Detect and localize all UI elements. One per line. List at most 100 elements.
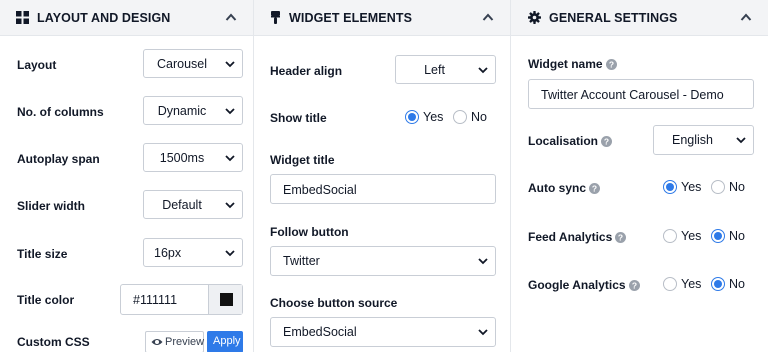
help-icon[interactable]: ? bbox=[601, 136, 613, 147]
layout-select[interactable]: Carousel bbox=[143, 49, 243, 78]
localisation-label-text: Localisation bbox=[528, 134, 599, 148]
color-picker-button[interactable] bbox=[208, 285, 242, 314]
widget-title-label: Widget title bbox=[270, 153, 335, 167]
auto-sync-yes-label: Yes bbox=[681, 180, 702, 194]
feed-analytics-yes-radio[interactable] bbox=[663, 229, 677, 243]
widget-name-label-text: Widget name bbox=[528, 57, 603, 71]
paint-brush-icon bbox=[271, 11, 280, 24]
google-analytics-label: Google Analytics? bbox=[528, 278, 640, 292]
help-icon[interactable]: ? bbox=[628, 280, 640, 291]
localisation-select[interactable]: English bbox=[653, 125, 754, 155]
localisation-value: English bbox=[672, 133, 713, 147]
layout-label: Layout bbox=[17, 58, 57, 72]
title-color-input[interactable]: #111111 bbox=[120, 284, 243, 315]
feed-analytics-label: Feed Analytics? bbox=[528, 230, 627, 244]
google-analytics-no-label: No bbox=[729, 277, 745, 291]
general-settings-header[interactable]: GENERAL SETTINGS bbox=[511, 0, 768, 36]
layout-design-header[interactable]: LAYOUT AND DESIGN bbox=[0, 0, 253, 36]
preview-label: Preview bbox=[165, 336, 205, 348]
button-source-label: Choose button source bbox=[270, 296, 398, 310]
columns-label: No. of columns bbox=[17, 105, 104, 119]
auto-sync-yes-radio[interactable] bbox=[663, 180, 677, 194]
layout-design-title: LAYOUT AND DESIGN bbox=[37, 11, 171, 25]
chevron-down-icon bbox=[225, 108, 235, 115]
slider-width-select[interactable]: Default bbox=[143, 190, 243, 219]
auto-sync-label: Auto sync? bbox=[528, 181, 601, 195]
auto-sync-no-label: No bbox=[729, 180, 745, 194]
header-align-select[interactable]: Left bbox=[395, 55, 496, 84]
chevron-down-icon bbox=[225, 250, 235, 257]
feed-analytics-label-text: Feed Analytics bbox=[528, 230, 613, 244]
autoplay-select-value: 1500ms bbox=[159, 151, 205, 165]
help-icon[interactable]: ? bbox=[605, 59, 617, 70]
chevron-up-icon[interactable] bbox=[740, 12, 752, 22]
color-swatch bbox=[220, 293, 233, 306]
widget-elements-header[interactable]: WIDGET ELEMENTS bbox=[254, 0, 510, 36]
svg-text:?: ? bbox=[604, 137, 609, 147]
auto-sync-label-text: Auto sync bbox=[528, 181, 587, 195]
help-icon[interactable]: ? bbox=[589, 183, 601, 194]
title-size-select[interactable]: 16px bbox=[143, 238, 243, 267]
chevron-down-icon bbox=[736, 137, 746, 144]
svg-text:?: ? bbox=[631, 281, 636, 291]
show-title-no-radio[interactable] bbox=[453, 110, 467, 124]
widget-title-input[interactable]: EmbedSocial bbox=[270, 174, 496, 204]
widget-name-value: Twitter Account Carousel - Demo bbox=[541, 88, 724, 102]
title-size-label: Title size bbox=[17, 247, 68, 261]
header-align-value: Left bbox=[424, 63, 445, 77]
widget-name-label: Widget name? bbox=[528, 57, 617, 71]
chevron-down-icon bbox=[478, 329, 488, 336]
widget-elements-panel: WIDGET ELEMENTS Header align Left Show t… bbox=[254, 0, 511, 352]
chevron-down-icon bbox=[225, 202, 235, 209]
feed-analytics-no-label: No bbox=[729, 229, 745, 243]
svg-text:?: ? bbox=[592, 184, 597, 194]
apply-label: Apply bbox=[213, 335, 241, 347]
show-title-yes-radio[interactable] bbox=[405, 110, 419, 124]
widget-elements-title: WIDGET ELEMENTS bbox=[289, 11, 413, 25]
chevron-up-icon[interactable] bbox=[225, 12, 237, 22]
slider-width-label: Slider width bbox=[17, 199, 86, 213]
gear-icon bbox=[528, 11, 541, 24]
columns-select-value: Dynamic bbox=[157, 104, 207, 118]
show-title-yes-label: Yes bbox=[423, 110, 444, 124]
custom-css-label: Custom CSS bbox=[17, 335, 90, 349]
svg-text:?: ? bbox=[618, 233, 623, 243]
layout-select-value: Carousel bbox=[156, 57, 208, 71]
slider-width-select-value: Default bbox=[162, 198, 202, 212]
button-source-select[interactable]: EmbedSocial bbox=[270, 317, 496, 347]
chevron-down-icon bbox=[478, 67, 488, 74]
widget-title-value: EmbedSocial bbox=[283, 183, 357, 197]
localisation-label: Localisation? bbox=[528, 134, 613, 148]
widget-name-input[interactable]: Twitter Account Carousel - Demo bbox=[528, 79, 754, 109]
apply-button[interactable]: Apply bbox=[207, 331, 243, 352]
grid-icon bbox=[16, 11, 29, 24]
show-title-label: Show title bbox=[270, 111, 327, 125]
chevron-down-icon bbox=[478, 258, 488, 265]
google-analytics-yes-radio[interactable] bbox=[663, 277, 677, 291]
google-analytics-yes-label: Yes bbox=[681, 277, 702, 291]
button-source-value: EmbedSocial bbox=[283, 325, 357, 339]
autoplay-label: Autoplay span bbox=[17, 152, 100, 166]
chevron-down-icon bbox=[225, 61, 235, 68]
eye-icon bbox=[151, 339, 163, 345]
columns-select[interactable]: Dynamic bbox=[143, 96, 243, 125]
autoplay-select[interactable]: 1500ms bbox=[143, 143, 243, 172]
feed-analytics-no-radio[interactable] bbox=[711, 229, 725, 243]
google-analytics-no-radio[interactable] bbox=[711, 277, 725, 291]
show-title-no-label: No bbox=[471, 110, 487, 124]
preview-button[interactable]: Preview bbox=[145, 331, 204, 352]
layout-design-panel: LAYOUT AND DESIGN Layout Carousel No. of… bbox=[0, 0, 254, 352]
google-analytics-label-text: Google Analytics bbox=[528, 278, 626, 292]
follow-button-value: Twitter bbox=[283, 254, 320, 268]
chevron-up-icon[interactable] bbox=[482, 12, 494, 22]
title-color-value: #111111 bbox=[133, 293, 178, 307]
general-settings-panel: GENERAL SETTINGS Widget name? Twitter Ac… bbox=[511, 0, 768, 352]
help-icon[interactable]: ? bbox=[615, 232, 627, 243]
follow-button-label: Follow button bbox=[270, 225, 349, 239]
header-align-label: Header align bbox=[270, 64, 343, 78]
title-color-label: Title color bbox=[17, 293, 75, 307]
svg-text:?: ? bbox=[608, 60, 613, 70]
auto-sync-no-radio[interactable] bbox=[711, 180, 725, 194]
follow-button-select[interactable]: Twitter bbox=[270, 246, 496, 276]
feed-analytics-yes-label: Yes bbox=[681, 229, 702, 243]
